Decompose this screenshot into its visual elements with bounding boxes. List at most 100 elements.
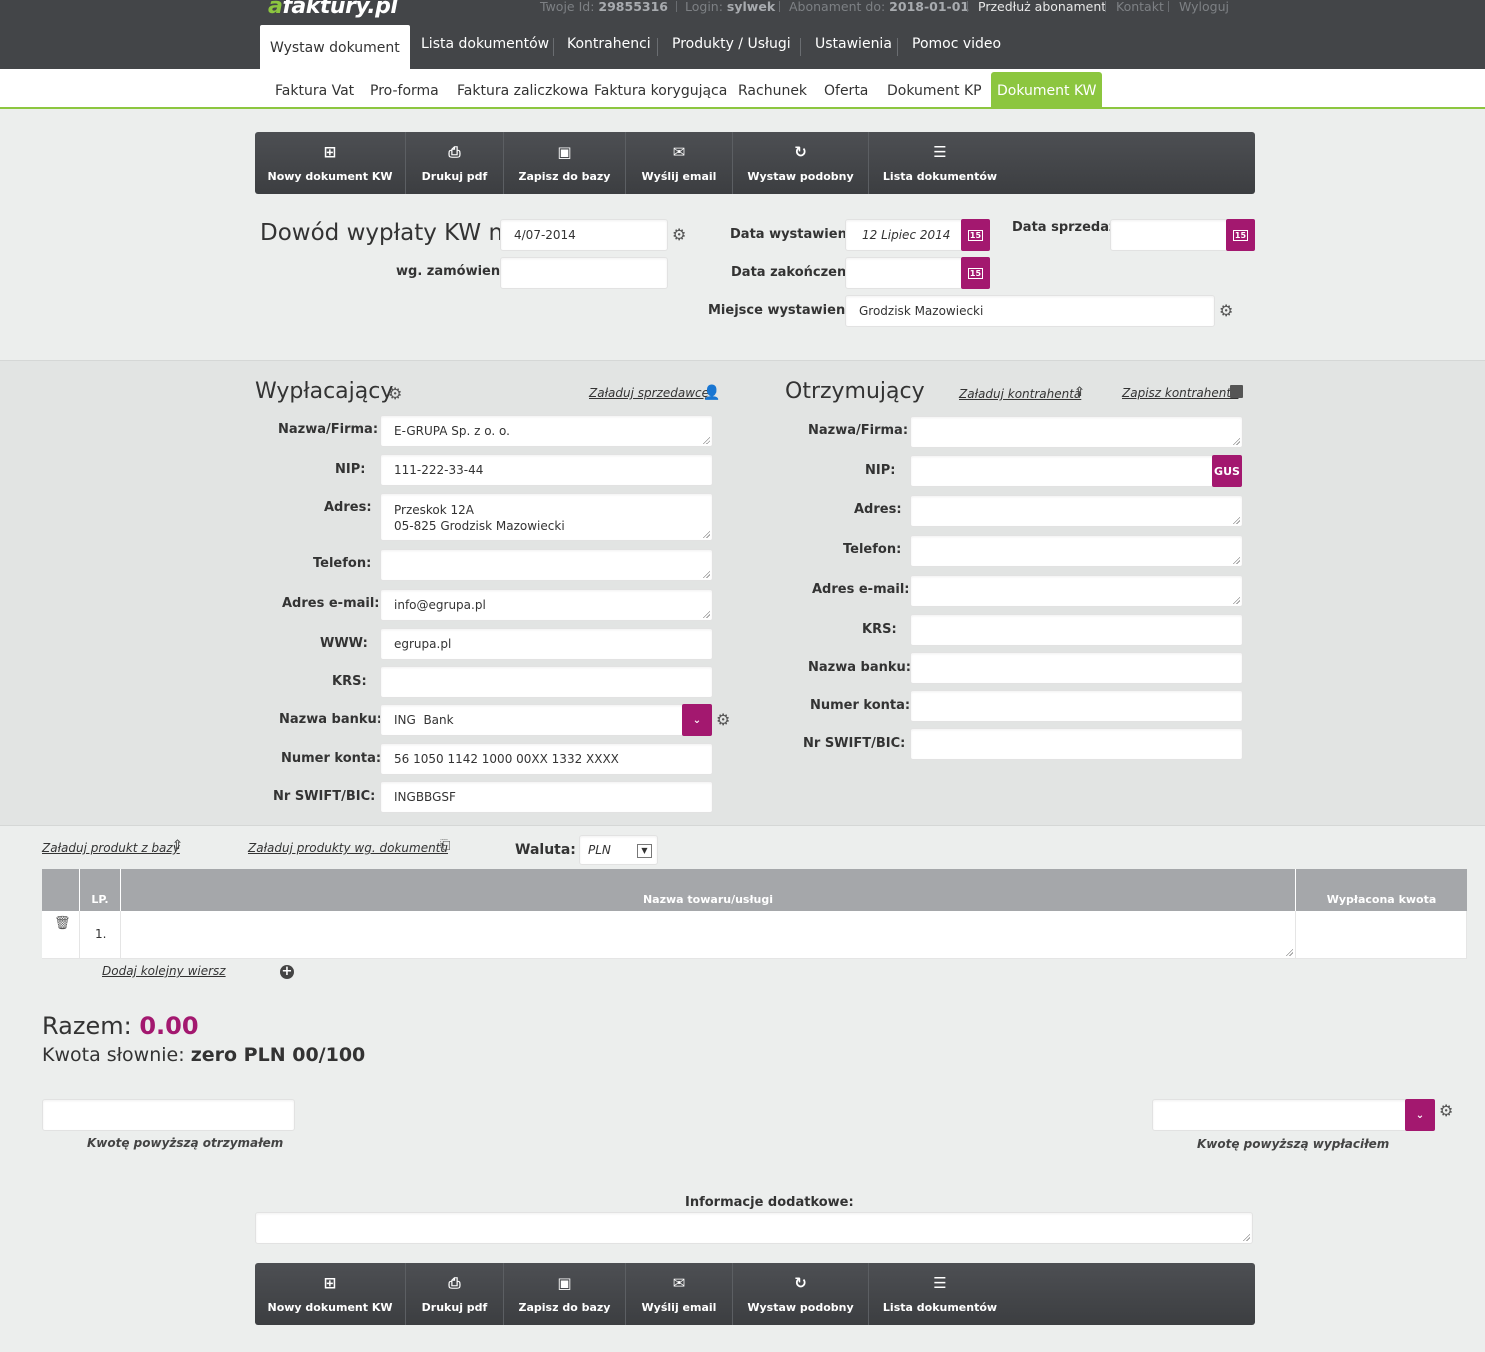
resize-handle[interactable]	[1232, 437, 1240, 445]
add-row-link[interactable]: Dodaj kolejny wiersz	[102, 964, 226, 978]
document-upload-icon: ⎗	[440, 838, 451, 853]
resize-handle[interactable]	[1232, 516, 1240, 524]
sale-date-input[interactable]	[1110, 219, 1228, 251]
bank-dropdown-chevron-icon[interactable]: ⌄	[682, 704, 712, 736]
recipient-account-input[interactable]	[910, 690, 1243, 722]
recipient-account-label: Numer konta:	[810, 698, 911, 713]
subtab-vat-invoice[interactable]: Faktura Vat	[275, 83, 354, 99]
recipient-nip-input[interactable]	[910, 455, 1214, 487]
place-settings-gear-icon[interactable]: ⚙	[1219, 303, 1233, 319]
payer-account-label: Numer konta:	[281, 751, 382, 766]
payer-www-input[interactable]: egrupa.pl	[380, 628, 713, 660]
load-contractor-link[interactable]: Załaduj kontrahenta	[959, 387, 1081, 401]
divider	[553, 38, 554, 56]
subtab-correction-invoice[interactable]: Faktura korygująca	[594, 83, 727, 99]
send-email-button[interactable]: ✉ Wyślij email	[626, 132, 733, 194]
recipient-name-input[interactable]	[910, 416, 1243, 448]
load-seller-link[interactable]: Załaduj sprzedawcę	[589, 386, 709, 400]
divider	[657, 38, 658, 56]
recipient-phone-input[interactable]	[910, 535, 1243, 567]
login-info: Login: sylwek	[685, 0, 776, 14]
gus-lookup-button[interactable]: GUS	[1212, 455, 1242, 487]
resize-handle[interactable]	[1232, 596, 1240, 604]
order-input[interactable]	[500, 257, 668, 289]
subtab-kw-document[interactable]: Dokument KW	[991, 72, 1103, 108]
add-row-plus-icon[interactable]: +	[280, 965, 294, 979]
end-date-input[interactable]	[845, 257, 963, 289]
tab-products-services[interactable]: Produkty / Usługi	[672, 36, 791, 60]
resize-handle[interactable]	[1242, 1233, 1250, 1241]
row-name-input[interactable]	[121, 911, 1296, 959]
receiver-signature-caption: Kwotę powyższą otrzymałem	[87, 1136, 284, 1150]
payer-name-input[interactable]: E-GRUPA Sp. z o. o.	[380, 415, 713, 447]
resize-handle[interactable]	[702, 436, 710, 444]
subtab-kp-document[interactable]: Dokument KP	[887, 83, 982, 99]
resize-handle[interactable]	[702, 530, 710, 538]
save-contractor-link[interactable]: Zapisz kontrahenta	[1122, 386, 1238, 400]
recipient-bank-input[interactable]	[910, 652, 1243, 684]
subtab-pro-forma[interactable]: Pro-forma	[370, 83, 439, 99]
payer-swift-input[interactable]: INGBBGSF	[380, 781, 713, 813]
save-to-db-button[interactable]: ▣ Zapisz do bazy	[504, 132, 626, 194]
contact-link[interactable]: Kontakt	[1116, 0, 1164, 14]
load-products-by-document-link[interactable]: Załaduj produkty wg. dokumentu	[248, 841, 448, 855]
issue-similar-button[interactable]: ↻ Wystaw podobny	[733, 132, 869, 194]
document-list-button[interactable]: ☰ Lista dokumentów	[869, 132, 1011, 194]
payer-address-label: Adres:	[324, 500, 372, 515]
document-list-button[interactable]: ☰ Lista dokumentów	[869, 1263, 1011, 1325]
tab-settings[interactable]: Ustawienia	[815, 36, 892, 60]
resize-handle[interactable]	[1232, 556, 1240, 564]
resize-handle[interactable]	[702, 570, 710, 578]
resize-handle[interactable]	[1285, 948, 1293, 956]
extend-subscription-link[interactable]: Przedłuż abonament	[978, 0, 1106, 14]
payer-www-label: WWW:	[320, 636, 368, 651]
document-number-input[interactable]: 4/07-2014	[500, 219, 668, 251]
tab-contractors[interactable]: Kontrahenci	[567, 36, 651, 60]
divider	[897, 38, 898, 56]
payer-bank-select[interactable]: ING Bank	[380, 704, 684, 736]
receiver-signature-input[interactable]	[42, 1099, 295, 1131]
recipient-email-input[interactable]	[910, 575, 1243, 607]
resize-handle[interactable]	[702, 610, 710, 618]
payer-signature-select[interactable]	[1152, 1099, 1407, 1131]
place-input[interactable]: Grodzisk Mazowiecki	[845, 295, 1215, 327]
payer-account-input[interactable]: 56 1050 1142 1000 00XX 1332 XXXX	[380, 743, 713, 775]
print-pdf-button[interactable]: ⎙ Drukuj pdf	[406, 1263, 504, 1325]
recipient-krs-input[interactable]	[910, 614, 1243, 646]
row-amount-input[interactable]	[1296, 911, 1467, 959]
tab-document-list[interactable]: Lista dokumentów	[421, 36, 549, 60]
recipient-swift-input[interactable]	[910, 728, 1243, 760]
subtab-advance-invoice[interactable]: Faktura zaliczkowa	[457, 83, 589, 99]
extra-info-input[interactable]	[255, 1212, 1253, 1244]
recipient-address-input[interactable]	[910, 495, 1243, 527]
tab-video-help[interactable]: Pomoc video	[912, 36, 1001, 60]
logout-link[interactable]: Wyloguj	[1179, 0, 1229, 14]
payer-phone-input[interactable]	[380, 549, 713, 581]
issue-date-calendar-icon[interactable]: 15	[961, 219, 990, 251]
tab-issue-document[interactable]: Wystaw dokument	[260, 25, 410, 69]
logo[interactable]: afaktury.pl	[268, 0, 398, 19]
signature-dropdown-chevron-icon[interactable]: ⌄	[1405, 1099, 1435, 1131]
send-email-button[interactable]: ✉ Wyślij email	[626, 1263, 733, 1325]
issue-similar-button[interactable]: ↻ Wystaw podobny	[733, 1263, 869, 1325]
signature-settings-gear-icon[interactable]: ⚙	[1439, 1103, 1453, 1119]
subtab-offer[interactable]: Oferta	[824, 83, 868, 99]
load-product-from-db-link[interactable]: Załaduj produkt z bazy	[42, 841, 180, 855]
payer-settings-gear-icon[interactable]: ⚙	[388, 386, 402, 402]
issue-date-input[interactable]: 12 Lipiec 2014	[845, 219, 963, 251]
new-document-button[interactable]: ⊞ Nowy dokument KW	[255, 1263, 406, 1325]
save-to-db-button[interactable]: ▣ Zapisz do bazy	[504, 1263, 626, 1325]
trash-icon[interactable]: 🗑	[54, 916, 71, 931]
payer-address-input[interactable]: Przeskok 12A 05-825 Grodzisk Mazowiecki	[380, 493, 713, 541]
subtab-bill[interactable]: Rachunek	[738, 83, 807, 99]
bank-settings-gear-icon[interactable]: ⚙	[716, 712, 730, 728]
number-settings-gear-icon[interactable]: ⚙	[672, 227, 686, 243]
print-pdf-button[interactable]: ⎙ Drukuj pdf	[406, 132, 504, 194]
sale-date-calendar-icon[interactable]: 15	[1226, 219, 1255, 251]
end-date-calendar-icon[interactable]: 15	[961, 257, 990, 289]
payer-email-input[interactable]: info@egrupa.pl	[380, 589, 713, 621]
currency-select[interactable]: PLN ▼	[579, 835, 658, 865]
payer-nip-input[interactable]: 111-222-33-44	[380, 454, 713, 486]
new-document-button[interactable]: ⊞ Nowy dokument KW	[255, 132, 406, 194]
payer-krs-input[interactable]	[380, 666, 713, 698]
